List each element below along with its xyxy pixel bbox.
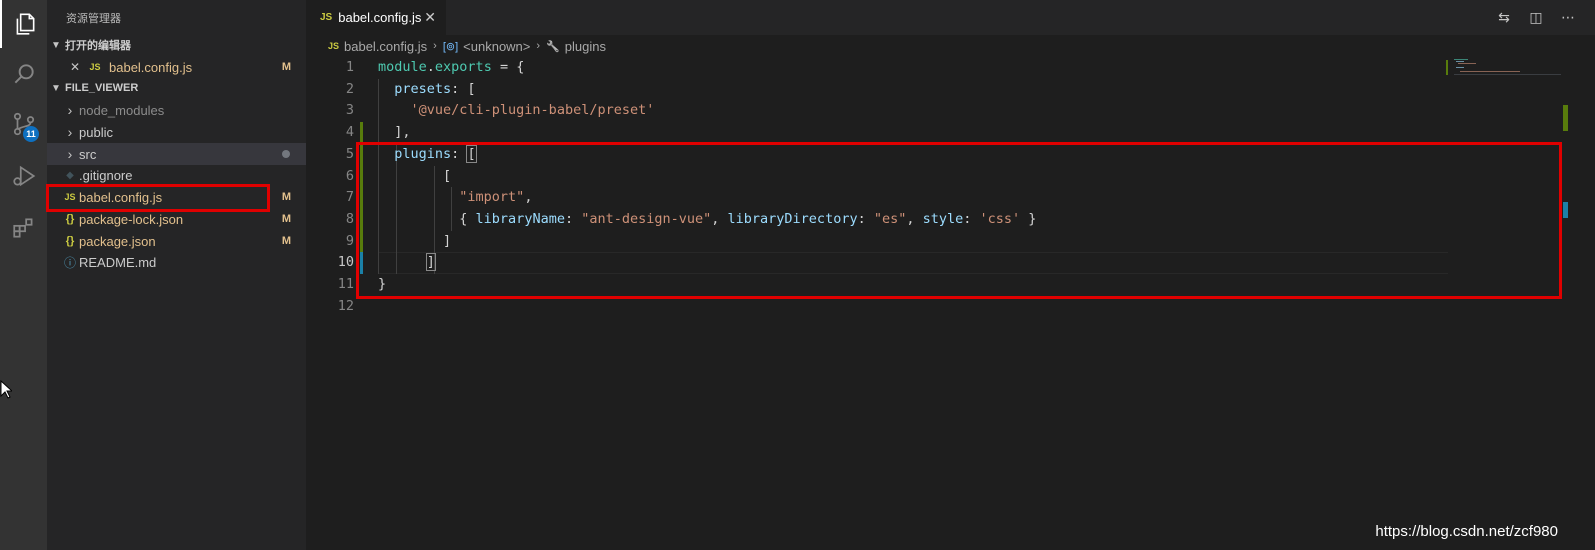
json-file-icon: {} bbox=[65, 235, 75, 247]
compare-changes-icon[interactable]: ⇆ bbox=[1495, 8, 1513, 26]
open-editor-filename: babel.config.js bbox=[109, 59, 193, 75]
chevron-down-icon: ▼ bbox=[51, 82, 61, 94]
breadcrumb: JS babel.config.js › [⊚] <unknown> › 🔧 p… bbox=[306, 35, 1595, 57]
chevron-right-icon: › bbox=[433, 40, 437, 52]
info-file-icon: ⓘ bbox=[63, 255, 76, 270]
code-highlight-box bbox=[356, 142, 1562, 299]
explorer-sidebar: 资源管理器 ▼ 打开的编辑器 ✕ JS babel.config.js M ▼ … bbox=[47, 0, 306, 550]
tree-item-src[interactable]: › src bbox=[47, 143, 306, 165]
git-file-icon: ◆ bbox=[66, 169, 74, 181]
line-number: 1 bbox=[345, 59, 354, 75]
tree-item-label: README.md bbox=[79, 254, 157, 270]
scrollbar[interactable] bbox=[1563, 57, 1568, 550]
tree-item-label: package-lock.json bbox=[79, 211, 184, 227]
chevron-right-icon: › bbox=[536, 40, 541, 52]
code-token: ], bbox=[378, 124, 411, 141]
explorer-icon[interactable] bbox=[0, 0, 47, 48]
line-number: 5 bbox=[345, 145, 354, 162]
code-token: : [ bbox=[451, 80, 476, 97]
line-number: 12 bbox=[337, 297, 354, 314]
line-number: 6 bbox=[345, 167, 354, 184]
breadcrumb-symbol[interactable]: <unknown> bbox=[463, 39, 530, 54]
chevron-right-icon: › bbox=[67, 124, 73, 140]
tree-item-public[interactable]: › public bbox=[47, 121, 306, 143]
minimap[interactable] bbox=[1446, 57, 1569, 77]
run-debug-icon[interactable] bbox=[0, 152, 47, 200]
editor-actions: ⇆ ◫ ⋯ bbox=[1495, 8, 1577, 26]
tree-item-label: package.json bbox=[79, 233, 156, 249]
js-file-icon: JS bbox=[89, 62, 101, 72]
tree-item-gitignore[interactable]: ◆ .gitignore bbox=[47, 164, 306, 186]
git-change-marker bbox=[360, 122, 363, 144]
sidebar-title: 资源管理器 bbox=[66, 13, 121, 25]
git-status-modified: M bbox=[281, 61, 291, 73]
search-icon[interactable] bbox=[0, 50, 47, 98]
code-line[interactable]: presets: [ bbox=[378, 79, 476, 101]
variable-symbol-icon: [⊚] bbox=[442, 40, 459, 53]
scm-badge: 11 bbox=[23, 126, 39, 142]
breadcrumb-property[interactable]: plugins bbox=[565, 39, 606, 54]
breadcrumb-file[interactable]: babel.config.js bbox=[344, 39, 427, 54]
code-token: '@vue/cli-plugin-babel/preset' bbox=[410, 102, 655, 119]
tree-item-label: src bbox=[79, 146, 97, 162]
project-label: FILE_VIEWER bbox=[65, 82, 139, 94]
code-token: presets bbox=[394, 80, 452, 97]
code-token: = { bbox=[491, 59, 525, 75]
project-header[interactable]: ▼ FILE_VIEWER bbox=[47, 77, 306, 99]
json-file-icon: {} bbox=[65, 213, 75, 225]
git-status-modified: M bbox=[281, 235, 291, 247]
chevron-down-icon: ▼ bbox=[51, 39, 61, 51]
tab-babel-config[interactable]: JS babel.config.js ✕ bbox=[306, 0, 446, 35]
line-number: 9 bbox=[345, 232, 354, 249]
js-file-icon: JS bbox=[320, 12, 333, 23]
open-editor-item[interactable]: ✕ JS babel.config.js M bbox=[47, 56, 306, 78]
watermark-text: https://blog.csdn.net/zcf980 bbox=[1375, 523, 1558, 540]
extensions-icon[interactable] bbox=[0, 204, 47, 252]
js-file-icon: JS bbox=[328, 41, 340, 51]
open-editors-header[interactable]: ▼ 打开的编辑器 bbox=[47, 34, 306, 56]
line-number: 11 bbox=[337, 276, 354, 292]
code-line[interactable]: module.exports = { bbox=[378, 57, 524, 79]
tree-item-label: .gitignore bbox=[79, 167, 133, 183]
sidebar-highlight-box bbox=[46, 184, 270, 212]
line-number: 8 bbox=[345, 210, 354, 227]
tree-item-package-json[interactable]: {} package.json M bbox=[47, 230, 306, 252]
tab-bar: JS babel.config.js ✕ ⇆ ◫ ⋯ bbox=[306, 0, 1595, 35]
source-control-icon[interactable]: 11 bbox=[0, 100, 47, 148]
code-line[interactable]: '@vue/cli-plugin-babel/preset' bbox=[378, 100, 655, 122]
git-status-modified: M bbox=[281, 213, 291, 225]
mouse-cursor-icon bbox=[0, 379, 14, 405]
close-icon[interactable]: ✕ bbox=[424, 9, 436, 26]
close-icon[interactable]: ✕ bbox=[66, 60, 84, 74]
activity-bar: 11 bbox=[0, 0, 47, 550]
more-actions-icon[interactable]: ⋯ bbox=[1559, 8, 1577, 26]
code-line[interactable]: ], bbox=[378, 122, 411, 144]
git-status-modified: M bbox=[281, 191, 291, 203]
tab-label: babel.config.js bbox=[338, 10, 422, 25]
line-number: 4 bbox=[345, 124, 354, 141]
open-editors-label: 打开的编辑器 bbox=[65, 40, 131, 52]
code-token: exports bbox=[434, 59, 492, 75]
line-number: 2 bbox=[345, 80, 354, 97]
line-number: 10 bbox=[337, 254, 354, 271]
wrench-icon: 🔧 bbox=[546, 40, 560, 53]
modified-dot-icon bbox=[282, 150, 290, 158]
tree-item-node-modules[interactable]: › node_modules bbox=[47, 99, 306, 121]
chevron-right-icon: › bbox=[67, 102, 73, 118]
code-token: . bbox=[426, 59, 435, 75]
code-token: module bbox=[378, 59, 427, 75]
code-editor[interactable]: 1 2 3 4 5 6 7 8 9 10 11 12 module.exports = { prese… bbox=[306, 57, 1595, 550]
tree-item-readme[interactable]: ⓘ README.md bbox=[47, 251, 306, 273]
chevron-right-icon: › bbox=[67, 146, 73, 162]
split-editor-icon[interactable]: ◫ bbox=[1527, 8, 1545, 26]
line-number: 3 bbox=[345, 102, 354, 119]
line-number: 7 bbox=[345, 189, 354, 206]
tree-item-label: public bbox=[79, 124, 113, 140]
tree-item-label: node_modules bbox=[79, 102, 165, 118]
